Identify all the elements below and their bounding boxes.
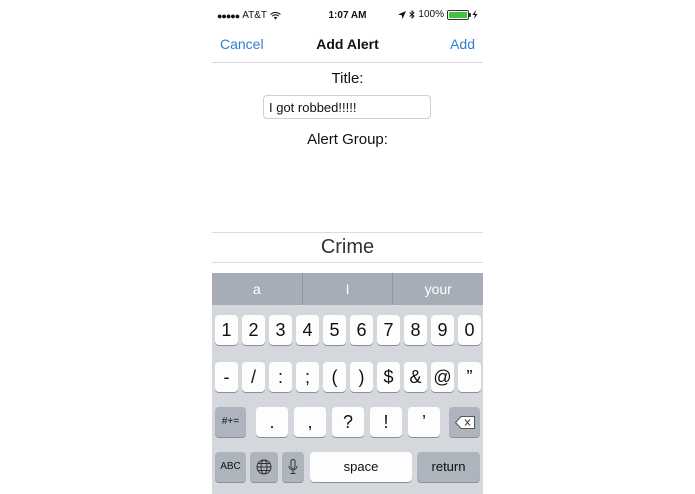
space-key[interactable]: space: [310, 452, 412, 482]
key-2[interactable]: 2: [242, 315, 265, 345]
symbols-toggle-key[interactable]: #+=: [215, 407, 246, 437]
navigation-bar: Cancel Add Alert Add: [212, 30, 483, 63]
globe-key[interactable]: [250, 452, 278, 482]
return-key[interactable]: return: [417, 452, 480, 482]
key-9[interactable]: 9: [431, 315, 454, 345]
battery-icon: [447, 9, 471, 20]
key-apostrophe[interactable]: ’: [408, 407, 440, 437]
key-exclamation[interactable]: !: [370, 407, 402, 437]
location-icon: [398, 10, 407, 19]
key-ampersand[interactable]: &: [404, 362, 427, 392]
key-semicolon[interactable]: ;: [296, 362, 319, 392]
key-7[interactable]: 7: [377, 315, 400, 345]
key-hyphen[interactable]: -: [215, 362, 238, 392]
key-0[interactable]: 0: [458, 315, 481, 345]
suggestion-bar: a I your: [212, 273, 483, 305]
title-label: Title:: [331, 70, 364, 87]
add-button[interactable]: Add: [450, 36, 475, 52]
key-comma[interactable]: ,: [294, 407, 326, 437]
alert-group-label: Alert Group:: [307, 131, 388, 148]
keyboard: a I your 1 2 3 4 5 6 7 8 9 0 - / : ; ( )…: [212, 273, 483, 494]
suggestion-1[interactable]: a: [212, 273, 303, 305]
dictation-key[interactable]: [282, 452, 304, 482]
page-title: Add Alert: [316, 36, 379, 52]
globe-icon: [256, 459, 272, 475]
suggestion-3[interactable]: your: [393, 273, 483, 305]
suggestion-2[interactable]: I: [303, 273, 394, 305]
key-8[interactable]: 8: [404, 315, 427, 345]
backspace-icon: [454, 416, 475, 429]
status-bar: ●●●●● AT&T 1:07 AM 100%: [212, 0, 483, 30]
key-period[interactable]: .: [256, 407, 288, 437]
alert-group-picker-selected[interactable]: Crime: [212, 236, 483, 259]
key-slash[interactable]: /: [242, 362, 265, 392]
charging-icon: [472, 10, 478, 19]
picker-divider-bottom: [212, 262, 483, 263]
key-3[interactable]: 3: [269, 315, 292, 345]
key-quote[interactable]: ”: [458, 362, 481, 392]
title-input[interactable]: I got robbed!!!!!: [263, 95, 431, 119]
picker-divider-top: [212, 232, 483, 233]
key-colon[interactable]: :: [269, 362, 292, 392]
delete-key[interactable]: [449, 407, 480, 437]
key-at[interactable]: @: [431, 362, 454, 392]
key-open-paren[interactable]: (: [323, 362, 346, 392]
abc-key[interactable]: ABC: [215, 452, 246, 482]
battery-percent: 100%: [418, 9, 444, 20]
key-close-paren[interactable]: ): [350, 362, 373, 392]
key-5[interactable]: 5: [323, 315, 346, 345]
microphone-icon: [288, 459, 298, 474]
key-4[interactable]: 4: [296, 315, 319, 345]
key-6[interactable]: 6: [350, 315, 373, 345]
key-dollar[interactable]: $: [377, 362, 400, 392]
phone-screen: ●●●●● AT&T 1:07 AM 100% Cancel Add Alert…: [212, 0, 483, 494]
bluetooth-icon: [409, 10, 416, 19]
key-question[interactable]: ?: [332, 407, 364, 437]
key-1[interactable]: 1: [215, 315, 238, 345]
